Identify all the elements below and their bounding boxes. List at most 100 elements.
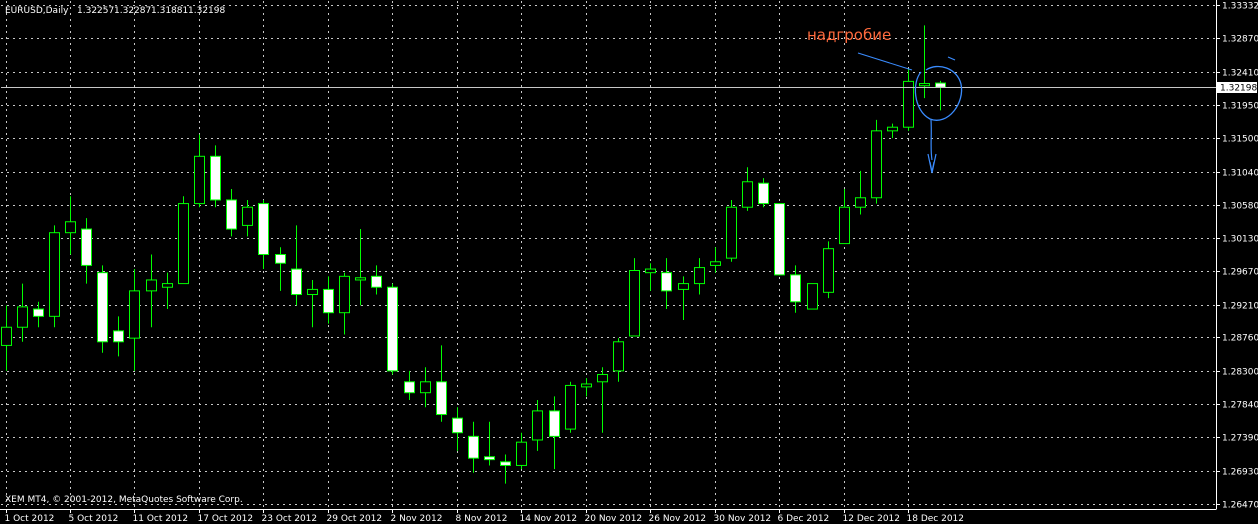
candle: [871, 119, 882, 204]
candle: [178, 196, 189, 285]
candle-body-bull: [65, 221, 76, 234]
symbol-label: EURUSD,Daily: [5, 6, 69, 16]
candle-body-bear: [661, 272, 672, 292]
candle: [565, 381, 576, 433]
candle: [387, 283, 398, 375]
current-price-tag-label: 1.32198: [1220, 84, 1257, 94]
annotation-label: надгробие: [807, 26, 891, 44]
time-tick-label: 30 Nov 2012: [714, 514, 772, 524]
candle-body-bull: [678, 283, 689, 290]
candle-body-bear: [371, 275, 382, 288]
candle-body-bear: [387, 286, 398, 372]
time-tick-label: 5 Oct 2012: [69, 514, 119, 524]
candle-body-bull: [839, 206, 850, 245]
time-tick-label: 6 Dec 2012: [778, 514, 830, 524]
candle-body-bull: [178, 203, 189, 285]
candle-body-bear: [97, 272, 108, 343]
candle: [49, 225, 60, 328]
price-tick-label: 1.31040: [1222, 169, 1258, 179]
open-value: 1.32257: [77, 6, 114, 16]
chart-header: EURUSD,Daily 1.32257 1.32287 1.31881 1.3…: [5, 6, 225, 16]
time-tick-label: 11 Oct 2012: [133, 514, 189, 524]
candle-body-bull: [903, 80, 914, 128]
price-tick-label: 1.31950: [1222, 102, 1258, 112]
candle-body-bull: [17, 306, 28, 328]
price-tick-label: 1.26930: [1222, 468, 1258, 478]
candle-body-bull: [162, 283, 173, 288]
price-tick-label: 1.26470: [1222, 501, 1258, 511]
candle-body-bear: [81, 228, 92, 266]
time-tick-label: 2 Nov 2012: [391, 514, 443, 524]
price-tick-label: 1.29210: [1222, 302, 1258, 312]
high-value: 1.32287: [114, 6, 151, 16]
time-tick-label: 23 Oct 2012: [262, 514, 318, 524]
candle-body-bear: [790, 274, 801, 303]
candle-body-bull: [742, 181, 753, 208]
candle-body-bull: [420, 381, 431, 394]
candle: [726, 199, 737, 262]
copyright-label: XEM MT4, © 2001-2012, MetaQuotes Softwar…: [5, 495, 243, 505]
price-chart[interactable]: 1.33332 1.32870 1.32410 1.31950 1.31500 1.310…: [0, 0, 1258, 524]
candle-body-bull: [532, 410, 543, 441]
candle-body-bull: [613, 341, 624, 372]
time-tick-label: 14 Nov 2012: [520, 514, 578, 524]
candle-body-bear: [468, 435, 479, 459]
candle-body-bull: [1, 326, 12, 346]
candle-body-bull: [307, 288, 318, 296]
candle-body-bear: [436, 381, 447, 416]
candle-body-bear: [935, 82, 946, 88]
price-tick-label: 1.27840: [1222, 401, 1258, 411]
price-tick-label: 1.30580: [1222, 202, 1258, 212]
candle-body-bull: [710, 261, 721, 266]
candle-body-bear: [291, 268, 302, 296]
low-value: 1.31881: [151, 6, 188, 16]
candle-body-bull: [919, 83, 930, 87]
candle-body-bull: [565, 384, 576, 430]
time-tick-label: 26 Nov 2012: [649, 514, 707, 524]
price-tick-label: 1.28760: [1222, 334, 1258, 344]
candle: [774, 203, 785, 276]
candle-body-bull: [355, 277, 366, 281]
time-tick-label: 8 Nov 2012: [456, 514, 508, 524]
price-tick-label: 1.31500: [1222, 135, 1258, 145]
candle-body-bull: [146, 279, 157, 292]
current-price-tag: 1.32198: [1217, 82, 1257, 94]
candle-body-bear: [113, 330, 124, 343]
time-tick-label: 20 Nov 2012: [585, 514, 643, 524]
candle-body-bull: [129, 290, 140, 339]
candle-body-bull: [629, 270, 640, 337]
candle-body-bear: [758, 182, 769, 205]
candle-body-bear: [275, 254, 286, 264]
candle-body-bull: [726, 206, 737, 259]
candle-body-bear: [323, 288, 334, 314]
candle-body-bear: [226, 199, 237, 230]
time-tick-label: 1 Oct 2012: [5, 514, 55, 524]
candle-body-bull: [242, 206, 253, 226]
candle: [807, 283, 818, 310]
candle: [97, 265, 108, 353]
price-tick-label: 1.32410: [1222, 69, 1258, 79]
candle-body-bear: [500, 461, 511, 466]
price-tick-label: 1.27390: [1222, 434, 1258, 444]
price-tick-label: 1.32870: [1222, 35, 1258, 45]
candle-body-bear: [484, 456, 495, 461]
close-value: 1.32198: [188, 6, 225, 16]
time-tick-label: 12 Dec 2012: [843, 514, 901, 524]
candle-body-bull: [645, 268, 656, 274]
time-tick-label: 17 Oct 2012: [198, 514, 254, 524]
candle-body-bear: [774, 203, 785, 276]
candle-body-bull: [516, 441, 527, 466]
candle-body-bear: [210, 155, 221, 201]
candle-body-bear: [549, 410, 560, 437]
time-tick-label: 29 Oct 2012: [327, 514, 383, 524]
candle-body-bull: [49, 232, 60, 317]
price-tick-label: 1.28300: [1222, 368, 1258, 378]
candle-body-bull: [597, 374, 608, 383]
candle-body-bull: [823, 248, 834, 293]
candle-body-bear: [452, 417, 463, 434]
time-tick-label: 18 Dec 2012: [907, 514, 965, 524]
price-tick-label: 1.29670: [1222, 268, 1258, 278]
candle-body-bear: [258, 203, 269, 255]
candle-body-bear: [33, 308, 44, 317]
candle-body-bull: [807, 283, 818, 310]
